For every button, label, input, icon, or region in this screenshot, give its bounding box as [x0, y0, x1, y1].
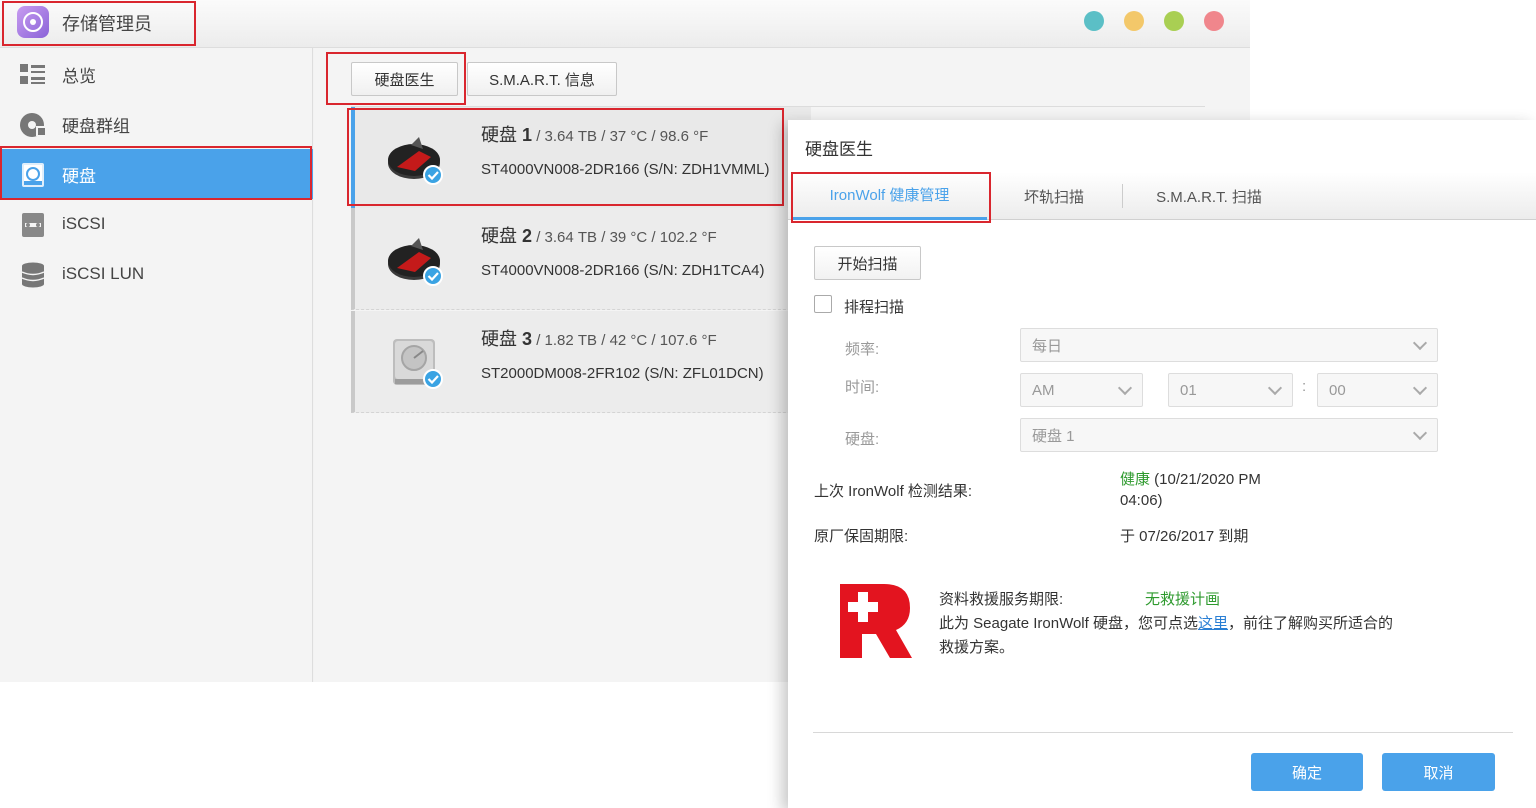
rescue-text-end: 救援方案。 — [939, 639, 1015, 656]
frequency-value: 每日 — [1032, 337, 1063, 355]
sidebar-item-label: 总览 — [62, 66, 96, 86]
last-result-label: 上次 IronWolf 检测结果: — [814, 483, 973, 500]
rescue-plan-link[interactable]: 这里 — [1198, 615, 1228, 632]
minute-value: 00 — [1329, 381, 1346, 399]
tab-ironwolf-health[interactable]: IronWolf 健康管理 — [792, 172, 987, 220]
time-label: 时间: — [845, 379, 880, 396]
ok-button[interactable]: 确定 — [1251, 753, 1363, 791]
sidebar: 总览 硬盘群组 硬盘 iSCSI iSCSI LUN — [0, 48, 313, 682]
rescue-text: 此为 Seagate IronWolf 硬盘，您可点选 — [939, 615, 1198, 632]
frequency-label: 频率: — [845, 341, 880, 358]
rescue-label: 资料救援服务期限: — [939, 591, 1064, 608]
sidebar-item-label: iSCSI — [62, 214, 106, 233]
tab-separator — [1122, 184, 1123, 208]
tab-smart-scan[interactable]: S.M.A.R.T. 扫描 — [1124, 172, 1294, 220]
sidebar-item-iscsi[interactable]: iSCSI — [0, 199, 313, 249]
chevron-down-icon — [1267, 380, 1283, 396]
disk-model: ST4000VN008-2DR166 (S/N: ZDH1VMML) — [481, 161, 770, 178]
sidebar-item-label: 硬盘 — [62, 166, 96, 186]
smart-info-button[interactable]: S.M.A.R.T. 信息 — [467, 62, 617, 96]
footer-divider — [813, 732, 1513, 733]
chevron-down-icon — [1412, 425, 1428, 441]
rescue-logo-icon — [838, 582, 912, 658]
window-dot-teal[interactable] — [1084, 11, 1104, 31]
ampm-value: AM — [1032, 381, 1055, 399]
ampm-select[interactable]: AM — [1020, 373, 1143, 407]
generic-drive-icon — [385, 331, 443, 389]
schedule-scan-label: 排程扫描 — [844, 299, 905, 316]
chevron-down-icon — [1412, 380, 1428, 396]
chevron-down-icon — [1117, 380, 1133, 396]
cancel-button[interactable]: 取消 — [1382, 753, 1495, 791]
disk-number: 2 — [522, 226, 533, 246]
list-icon — [19, 62, 47, 86]
time-separator: : — [1302, 378, 1307, 395]
chevron-down-icon — [1412, 335, 1428, 351]
storage-manager-app-icon — [17, 6, 49, 38]
disk-info: / 3.64 TB / 39 °C / 102.2 °F — [532, 229, 717, 246]
disk-number: 1 — [522, 125, 533, 145]
disk-doctor-button[interactable]: 硬盘医生 — [351, 62, 458, 96]
drive-icon — [19, 162, 47, 187]
rescue-text-cont: ，前往了解购买所适合的 — [1227, 615, 1393, 632]
disk-model: ST4000VN008-2DR166 (S/N: ZDH1TCA4) — [481, 262, 765, 279]
title-bar: 存储管理员 — [0, 0, 1250, 48]
schedule-scan-checkbox[interactable] — [814, 295, 832, 313]
rescue-value: 无救援计画 — [1145, 591, 1221, 608]
disk-select[interactable]: 硬盘 1 — [1020, 418, 1438, 452]
disk-number: 3 — [522, 329, 533, 349]
window-dot-red[interactable] — [1204, 11, 1224, 31]
disk-model: ST2000DM008-2FR102 (S/N: ZFL01DCN) — [481, 365, 764, 382]
hour-value: 01 — [1180, 381, 1197, 399]
window-dot-yellow[interactable] — [1124, 11, 1144, 31]
disk-info: / 3.64 TB / 37 °C / 98.6 °F — [532, 128, 709, 145]
sidebar-item-overview[interactable]: 总览 — [0, 49, 313, 99]
ironwolf-drive-icon — [385, 127, 443, 185]
dialog-title: 硬盘医生 — [805, 140, 873, 159]
disk-name: 硬盘 — [481, 226, 517, 246]
database-icon — [19, 262, 47, 288]
iscsi-icon — [19, 212, 47, 237]
health-status: 健康 — [1120, 471, 1151, 488]
hour-select[interactable]: 01 — [1168, 373, 1293, 407]
window-dot-green[interactable] — [1164, 11, 1184, 31]
start-scan-button[interactable]: 开始扫描 — [814, 246, 921, 280]
disk-label: 硬盘: — [845, 431, 880, 448]
last-result-time-cont: 04:06) — [1120, 492, 1163, 509]
disk-row-3[interactable]: 硬盘 3 / 1.82 TB / 42 °C / 107.6 °F ST2000… — [351, 311, 811, 413]
disk-group-icon — [19, 112, 47, 137]
app-title: 存储管理员 — [62, 14, 152, 34]
disk-info: / 1.82 TB / 42 °C / 107.6 °F — [532, 332, 717, 349]
disk-doctor-dialog: 硬盘医生 IronWolf 健康管理 坏轨扫描 S.M.A.R.T. 扫描 开始… — [788, 120, 1536, 808]
sidebar-item-iscsi-lun[interactable]: iSCSI LUN — [0, 249, 313, 299]
ironwolf-drive-icon — [385, 228, 443, 286]
disk-row-1[interactable]: 硬盘 1 / 3.64 TB / 37 °C / 98.6 °F ST4000V… — [351, 107, 811, 209]
dialog-tabs: IronWolf 健康管理 坏轨扫描 S.M.A.R.T. 扫描 — [788, 172, 1536, 220]
minute-select[interactable]: 00 — [1317, 373, 1438, 407]
disk-name: 硬盘 — [481, 329, 517, 349]
last-result-time: (10/21/2020 PM — [1150, 471, 1261, 488]
warranty-value: 于 07/26/2017 到期 — [1120, 528, 1249, 545]
warranty-label: 原厂保固期限: — [814, 528, 909, 545]
disk-row-2[interactable]: 硬盘 2 / 3.64 TB / 39 °C / 102.2 °F ST4000… — [351, 208, 811, 310]
tab-bad-block-scan[interactable]: 坏轨扫描 — [988, 172, 1120, 220]
sidebar-item-label: 硬盘群组 — [62, 116, 130, 136]
sidebar-item-disks[interactable]: 硬盘 — [0, 149, 313, 199]
disk-value: 硬盘 1 — [1032, 427, 1075, 445]
sidebar-item-label: iSCSI LUN — [62, 264, 145, 283]
disk-name: 硬盘 — [481, 125, 517, 145]
sidebar-item-disk-group[interactable]: 硬盘群组 — [0, 99, 313, 149]
frequency-select[interactable]: 每日 — [1020, 328, 1438, 362]
